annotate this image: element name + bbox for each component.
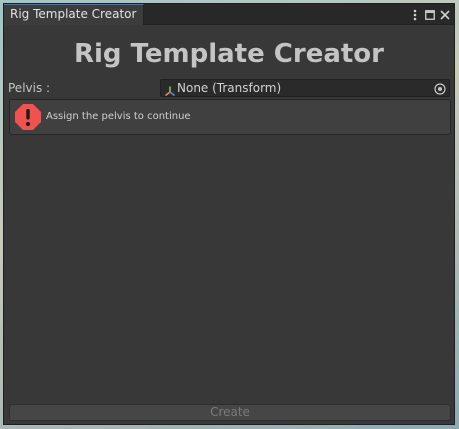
error-helpbox: Assign the pelvis to continue [9, 99, 451, 135]
maximize-icon[interactable] [425, 8, 435, 22]
window-controls [410, 6, 450, 23]
object-picker-icon[interactable] [433, 81, 447, 95]
create-button[interactable]: Create [9, 404, 451, 421]
pelvis-value: None (Transform) [177, 81, 282, 95]
tab-bar: Rig Template Creator [4, 4, 454, 25]
error-icon [14, 103, 42, 131]
close-icon[interactable] [440, 8, 450, 22]
transform-axis-icon [164, 82, 176, 97]
pelvis-field-row: Pelvis : None (Transform) [8, 79, 450, 97]
pelvis-object-field[interactable]: None (Transform) [160, 79, 450, 97]
pelvis-label: Pelvis : [8, 81, 51, 95]
tab-rig-template-creator[interactable]: Rig Template Creator [4, 4, 144, 25]
more-options-icon[interactable] [410, 8, 420, 22]
editor-window: Rig Template Creator Rig Template Creato… [3, 3, 455, 425]
tab-label: Rig Template Creator [10, 7, 137, 21]
helpbox-message: Assign the pelvis to continue [46, 111, 191, 122]
page-title: Rig Template Creator [74, 39, 384, 69]
